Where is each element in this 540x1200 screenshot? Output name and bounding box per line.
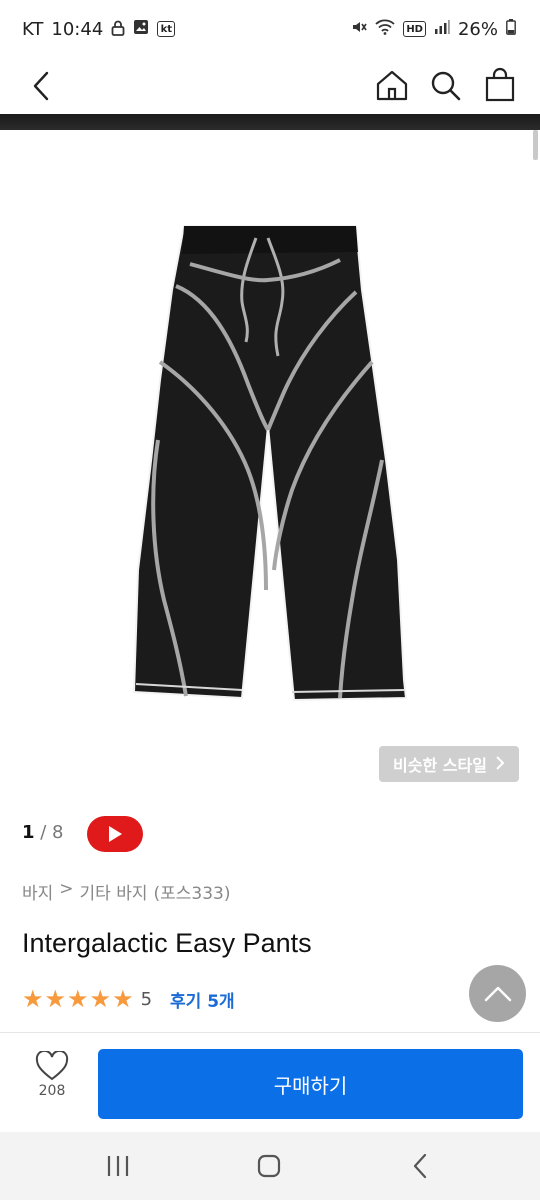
breadcrumb-separator: > xyxy=(59,879,74,899)
clock: 10:44 xyxy=(51,18,104,40)
home-nav-button[interactable] xyxy=(249,1146,289,1186)
image-pager: 1 / 8 xyxy=(22,822,64,843)
status-bar: KT 10:44 kt HD 26% xyxy=(0,0,540,58)
home-button[interactable] xyxy=(374,64,410,108)
status-right: HD 26% xyxy=(351,18,516,40)
search-icon xyxy=(431,71,461,101)
pager-current: 1 xyxy=(22,822,35,843)
search-button[interactable] xyxy=(426,64,466,108)
buy-button[interactable]: 구매하기 xyxy=(98,1049,523,1119)
lock-icon xyxy=(111,20,125,39)
cart-button[interactable] xyxy=(480,64,520,108)
recent-apps-icon xyxy=(107,1156,129,1176)
scroll-to-top-button[interactable] xyxy=(469,965,526,1022)
carrier-label: KT xyxy=(22,18,44,40)
star-rating: ★★★★★ xyxy=(22,985,135,1013)
battery-icon xyxy=(506,18,516,40)
breadcrumb-brand[interactable]: (포스333) xyxy=(154,879,231,904)
hd-icon: HD xyxy=(403,21,426,37)
gallery-icon xyxy=(133,19,149,40)
breadcrumb-subcategory[interactable]: 기타 바지 xyxy=(80,879,148,904)
product-image[interactable] xyxy=(0,130,540,800)
pager-separator: / xyxy=(34,822,53,843)
similar-style-button[interactable]: 비슷한 스타일 xyxy=(379,746,519,782)
heart-icon xyxy=(35,1051,69,1081)
similar-style-label: 비슷한 스타일 xyxy=(393,756,487,775)
home-nav-icon xyxy=(257,1154,281,1178)
rating-value: 5 xyxy=(140,988,153,1010)
battery-percent: 26% xyxy=(457,18,498,40)
recent-apps-button[interactable] xyxy=(98,1146,138,1186)
like-count: 208 xyxy=(38,1083,66,1099)
scroll-indicator xyxy=(533,130,538,160)
pager-total: 8 xyxy=(52,822,64,843)
review-link[interactable]: 후기 5개 xyxy=(170,987,235,1012)
shopping-bag-icon xyxy=(485,67,515,102)
kt-icon: kt xyxy=(157,21,176,37)
status-left: KT 10:44 kt xyxy=(22,18,176,40)
back-button[interactable] xyxy=(22,64,62,108)
chevron-up-icon xyxy=(484,986,511,1001)
breadcrumb-category[interactable]: 바지 xyxy=(22,879,53,904)
product-title: Intergalactic Easy Pants xyxy=(22,928,312,958)
play-icon xyxy=(109,826,122,842)
back-icon xyxy=(33,71,49,101)
back-nav-button[interactable] xyxy=(401,1146,441,1186)
like-button[interactable]: 208 xyxy=(22,1051,82,1115)
image-top-strip xyxy=(0,114,540,130)
system-nav-bar xyxy=(0,1132,540,1200)
signal-icon xyxy=(434,19,450,40)
wifi-icon xyxy=(375,19,395,40)
purchase-bar: 208 구매하기 xyxy=(0,1032,540,1132)
home-icon xyxy=(376,70,408,101)
pants-illustration xyxy=(0,130,540,800)
breadcrumb: 바지 > 기타 바지 (포스333) xyxy=(22,879,231,904)
app-header xyxy=(0,58,540,114)
chevron-right-icon xyxy=(495,755,505,774)
mute-icon xyxy=(351,19,367,40)
rating-row: ★★★★★ 5 후기 5개 xyxy=(22,984,235,1014)
youtube-button[interactable] xyxy=(87,816,143,852)
back-nav-icon xyxy=(413,1153,427,1179)
